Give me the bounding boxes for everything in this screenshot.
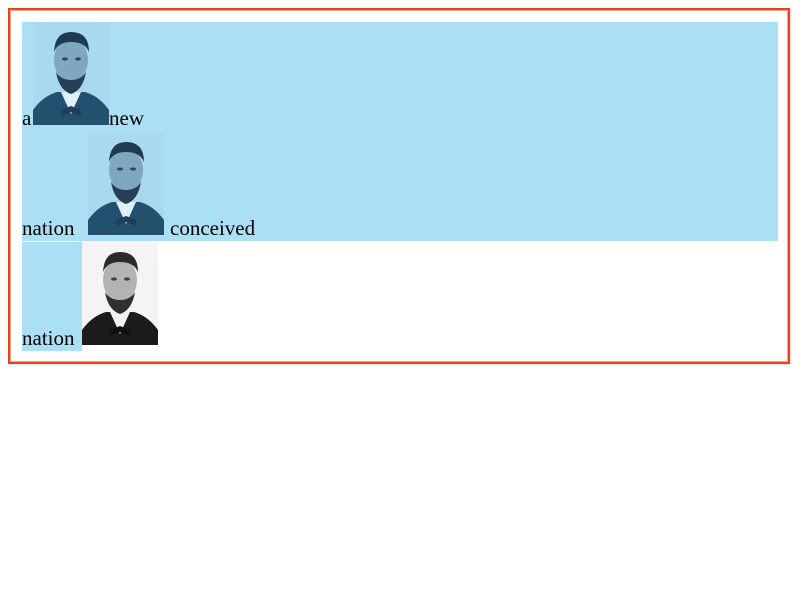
portrait-photo-icon: [82, 242, 158, 345]
portrait-image-2: [88, 132, 164, 235]
portrait-photo-icon: [88, 132, 164, 235]
portrait-image-3: [82, 242, 158, 345]
portrait-image-1: [33, 22, 109, 125]
text-word-conceived: conceived: [170, 216, 256, 240]
portrait-photo-icon: [33, 22, 109, 125]
text-word-nation: nation: [22, 216, 75, 240]
text-word-nation: nation: [22, 326, 75, 350]
text-word-a: a: [22, 106, 32, 130]
text-word-new: new: [109, 106, 144, 130]
